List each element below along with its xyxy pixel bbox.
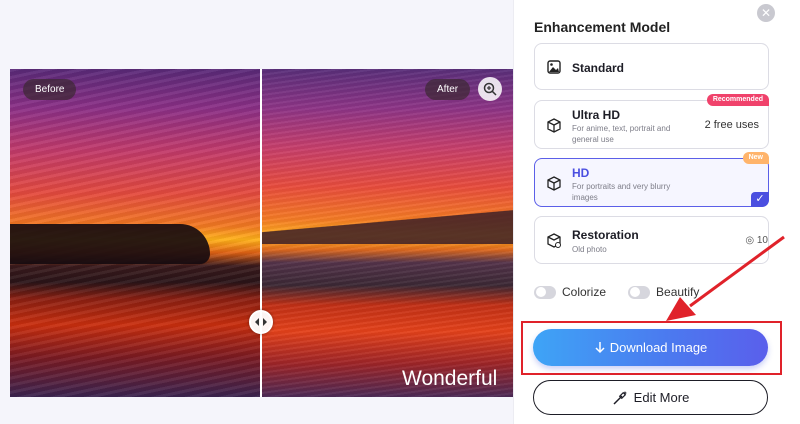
zoom-in-icon (483, 82, 497, 96)
drag-arrows-icon (255, 318, 267, 326)
zoom-button[interactable] (478, 77, 502, 101)
model-card-hd[interactable]: New HD For portraits and very blurry ima… (534, 152, 769, 207)
preview-pane: Before After Wonderful (0, 0, 513, 424)
download-label: Download Image (609, 340, 708, 355)
model-name: Restoration (572, 228, 639, 242)
model-card-standard[interactable]: Standard (534, 43, 769, 90)
edit-more-label: Edit More (633, 390, 690, 405)
download-arrow-icon (595, 342, 605, 354)
before-label: Before (23, 79, 77, 100)
cube-icon (547, 118, 561, 133)
model-description: For anime, text, portrait and general us… (572, 124, 671, 144)
magic-wand-icon (613, 390, 627, 405)
model-name: HD (572, 166, 590, 180)
cube-restore-icon (547, 233, 561, 248)
image-icon (547, 60, 561, 74)
shoreline-silhouette (10, 224, 210, 264)
credit-cost-value: 10 (756, 235, 768, 246)
close-icon: ✕ (760, 6, 772, 20)
model-card-restoration[interactable]: Restoration Old photo ◎ 10 (534, 216, 769, 264)
colorize-toggle[interactable] (534, 285, 556, 299)
new-badge: New (742, 152, 769, 164)
free-uses-count: 2 free uses (704, 119, 759, 131)
beautify-label: Beautify (656, 285, 700, 299)
cube-icon (547, 176, 561, 191)
compare-slider-handle[interactable] (249, 310, 273, 334)
after-label: After (425, 79, 471, 100)
edit-more-button[interactable]: Edit More (533, 380, 768, 415)
recommended-badge: Recommended (706, 94, 769, 106)
download-image-button[interactable]: Download Image (533, 329, 768, 366)
close-button[interactable]: ✕ (757, 4, 775, 22)
watermark-text: Wonderful (402, 367, 498, 390)
model-description: Old photo (572, 245, 607, 254)
before-after-comparison[interactable]: Before After Wonderful (10, 69, 513, 397)
panel-title: Enhancement Model (534, 19, 671, 35)
model-description: For portraits and very blurry images (572, 182, 671, 202)
option-toggles: Colorize Beautify (534, 285, 699, 299)
mountain-silhouette (261, 204, 513, 244)
selected-check-icon: ✓ (751, 192, 769, 207)
model-name: Ultra HD (572, 108, 621, 122)
beautify-toggle[interactable] (628, 285, 651, 299)
coin-icon: ◎ (745, 235, 755, 246)
compare-divider[interactable] (260, 69, 262, 397)
model-card-ultra-hd[interactable]: Recommended Ultra HD For anime, text, po… (534, 94, 769, 149)
colorize-label: Colorize (562, 285, 607, 299)
credit-cost: ◎ 10 (745, 235, 768, 246)
model-name: Standard (572, 61, 625, 75)
